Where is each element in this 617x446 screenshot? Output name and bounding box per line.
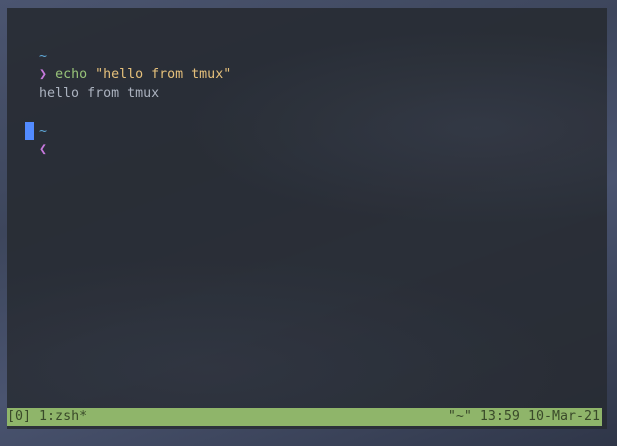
cwd-line-2: ~ <box>7 103 47 139</box>
command-line: ❯ echo "hello from tmux" <box>7 46 231 82</box>
window-tab[interactable]: 1:zsh* <box>39 409 87 424</box>
status-left: [0] 1:zsh* <box>7 408 87 426</box>
terminal-window[interactable]: ~ ❯ echo "hello from tmux" hello from tm… <box>7 8 607 429</box>
status-right: "~" 13:59 10-Mar-21 <box>447 409 600 424</box>
text-cursor <box>25 122 34 140</box>
cwd-line: ~ <box>7 28 47 64</box>
tmux-status-bar: [0] 1:zsh* "~" 13:59 10-Mar-21 <box>7 408 602 426</box>
session-index: [0] <box>7 409 32 424</box>
prompt-normal-chevron-icon: ❮ <box>39 142 48 157</box>
output-line: hello from tmux <box>7 65 159 101</box>
command-output: hello from tmux <box>39 86 160 101</box>
